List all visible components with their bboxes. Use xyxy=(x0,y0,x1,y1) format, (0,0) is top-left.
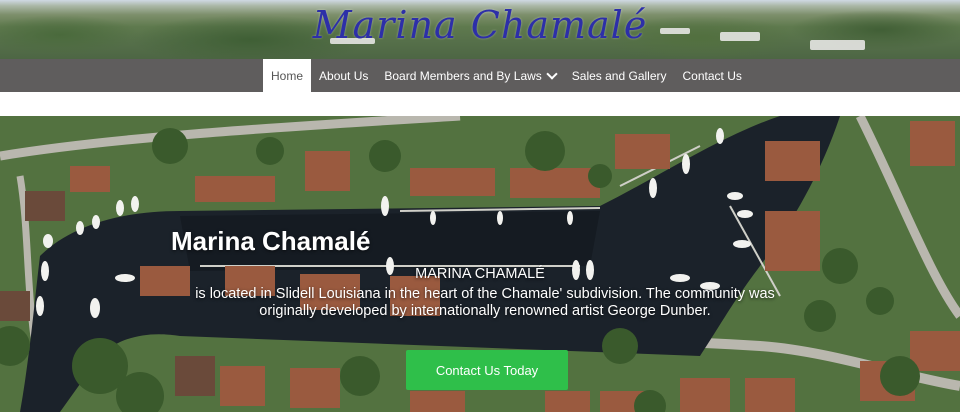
nav-item-label: Board Members and By Laws xyxy=(384,68,542,83)
nav-item-label: Contact Us xyxy=(682,68,742,83)
contact-us-today-button[interactable]: Contact Us Today xyxy=(406,350,568,390)
nav-item-board-members[interactable]: Board Members and By Laws xyxy=(376,59,563,92)
nav-item-sales-gallery[interactable]: Sales and Gallery xyxy=(564,59,675,92)
nav-item-label: Sales and Gallery xyxy=(571,68,667,83)
nav-item-contact-us[interactable]: Contact Us xyxy=(675,59,750,92)
hero-section: Marina Chamalé MARINA CHAMALÉ is located… xyxy=(0,116,960,412)
spacer xyxy=(0,92,960,116)
nav-item-label: About Us xyxy=(319,68,369,83)
hero-description: is located in Slidell Louisiana in the h… xyxy=(195,286,775,319)
hero-heading: Marina Chamalé xyxy=(171,226,371,256)
site-title[interactable]: Marina Chamalé xyxy=(0,3,960,47)
chevron-down-icon[interactable] xyxy=(546,67,558,80)
nav-item-about-us[interactable]: About Us xyxy=(311,59,376,92)
nav-item-label: Home xyxy=(271,68,304,83)
hero-subheading: MARINA CHAMALÉ xyxy=(415,266,545,282)
main-nav: Home About Us Board Members and By Laws … xyxy=(0,59,960,92)
nav-item-home[interactable]: Home xyxy=(263,59,312,92)
header-banner-image: Marina Chamalé xyxy=(0,0,960,59)
